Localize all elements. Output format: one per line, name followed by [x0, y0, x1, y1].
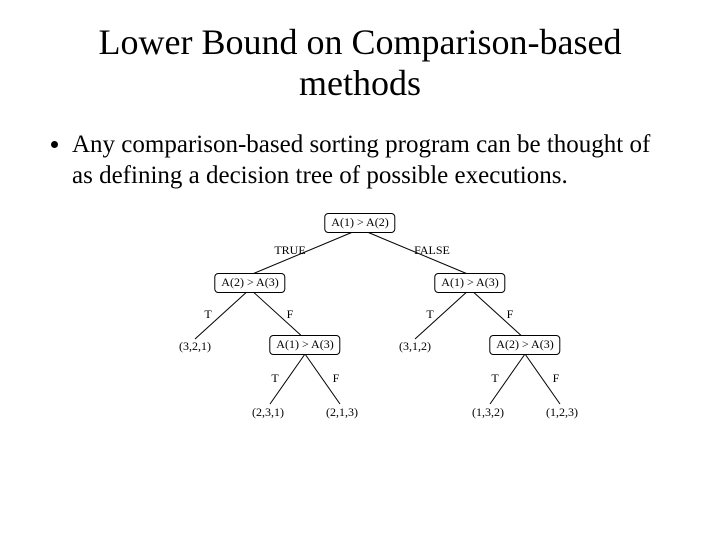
edge-label-R-F: F	[507, 307, 514, 322]
node-L-label: A(2) > A(3)	[214, 273, 285, 293]
bullet-list: Any comparison-based sorting program can…	[44, 129, 676, 192]
decision-tree: A(1) > A(2) TRUE FALSE A(2) > A(3) A(1) …	[140, 209, 580, 449]
node-RR: A(2) > A(3)	[489, 335, 560, 355]
edge-label-L-T: T	[204, 307, 211, 322]
node-LR-label: A(1) > A(3)	[269, 335, 340, 355]
edge-label-LR-F: F	[333, 371, 340, 386]
bullet-item: Any comparison-based sorting program can…	[72, 129, 676, 192]
edge-label-L-F: F	[287, 307, 294, 322]
node-RR-label: A(2) > A(3)	[489, 335, 560, 355]
leaf-312: (3,1,2)	[399, 339, 431, 354]
node-R-label: A(1) > A(3)	[434, 273, 505, 293]
leaf-132: (1,3,2)	[472, 405, 504, 420]
node-R: A(1) > A(3)	[434, 273, 505, 293]
node-L: A(2) > A(3)	[214, 273, 285, 293]
edge-label-R-T: T	[426, 307, 433, 322]
node-LR: A(1) > A(3)	[269, 335, 340, 355]
edge-label-false: FALSE	[414, 243, 450, 258]
edge-label-RR-F: F	[553, 371, 560, 386]
node-root-label: A(1) > A(2)	[324, 213, 395, 233]
slide: Lower Bound on Comparison-based methods …	[0, 0, 720, 540]
node-root: A(1) > A(2)	[324, 213, 395, 233]
tree-edges	[140, 209, 580, 449]
slide-title: Lower Bound on Comparison-based methods	[44, 22, 676, 105]
leaf-321: (3,2,1)	[179, 339, 211, 354]
edge-label-RR-T: T	[491, 371, 498, 386]
leaf-123: (1,2,3)	[546, 405, 578, 420]
edge-label-LR-T: T	[271, 371, 278, 386]
leaf-213: (2,1,3)	[326, 405, 358, 420]
leaf-231: (2,3,1)	[252, 405, 284, 420]
edge-label-true: TRUE	[274, 243, 305, 258]
